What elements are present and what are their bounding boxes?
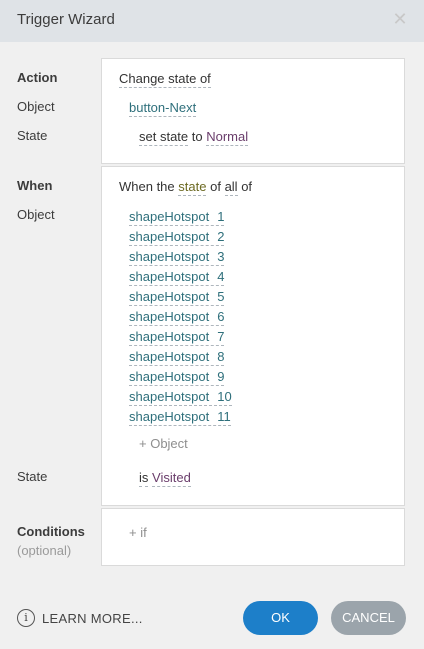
when-object-name: shapeHotspot bbox=[129, 369, 210, 384]
conditions-panel: + if bbox=[101, 508, 405, 566]
when-state-is-dropdown[interactable]: is bbox=[139, 470, 149, 487]
when-object-number: 10 bbox=[217, 389, 232, 404]
when-condition-text: When the state of all of bbox=[119, 179, 253, 196]
when-object-number: 2 bbox=[217, 229, 225, 244]
when-condition-suffix: of bbox=[241, 179, 253, 194]
action-state-to: to bbox=[191, 129, 203, 144]
when-object-number: 1 bbox=[217, 209, 225, 224]
when-condition-of: of bbox=[210, 179, 221, 194]
when-section-label: When bbox=[17, 178, 53, 193]
when-state-row: is Visited bbox=[139, 470, 191, 487]
action-panel: Change state of button-Next set state to… bbox=[101, 58, 405, 164]
when-object-item[interactable]: shapeHotspot 10 bbox=[129, 389, 232, 406]
when-object-number: 9 bbox=[217, 369, 225, 384]
conditions-optional-label: (optional) bbox=[17, 543, 72, 558]
cancel-button[interactable]: CANCEL bbox=[331, 601, 406, 635]
dialog-titlebar: Trigger Wizard ✕ bbox=[0, 0, 424, 42]
action-object-dropdown[interactable]: button-Next bbox=[129, 100, 197, 117]
action-verb-dropdown[interactable]: Change state of bbox=[119, 71, 211, 88]
when-object-number: 11 bbox=[217, 409, 231, 424]
ok-button[interactable]: OK bbox=[243, 601, 318, 635]
when-object-item[interactable]: shapeHotspot 7 bbox=[129, 329, 225, 346]
when-panel: When the state of all of shapeHotspot 1 sh… bbox=[101, 166, 405, 506]
close-icon[interactable]: ✕ bbox=[390, 8, 410, 30]
when-object-name: shapeHotspot bbox=[129, 329, 210, 344]
when-object-item[interactable]: shapeHotspot 2 bbox=[129, 229, 225, 246]
action-section-label: Action bbox=[17, 70, 58, 85]
when-object-name: shapeHotspot bbox=[129, 409, 210, 424]
when-object-number: 3 bbox=[217, 249, 225, 264]
learn-more-link[interactable]: LEARN MORE... bbox=[42, 611, 143, 626]
when-condition-prefix: When the bbox=[119, 179, 175, 194]
when-object-number: 7 bbox=[217, 329, 225, 344]
when-object-name: shapeHotspot bbox=[129, 209, 210, 224]
when-object-number: 5 bbox=[217, 289, 225, 304]
action-state-verb-dropdown[interactable]: set state bbox=[139, 129, 189, 146]
when-object-name: shapeHotspot bbox=[129, 349, 210, 364]
action-object-label: Object bbox=[17, 99, 55, 114]
when-object-item[interactable]: shapeHotspot 6 bbox=[129, 309, 225, 326]
when-object-item[interactable]: shapeHotspot 9 bbox=[129, 369, 225, 386]
when-object-name: shapeHotspot bbox=[129, 309, 210, 324]
when-object-number: 8 bbox=[217, 349, 225, 364]
when-object-number: 6 bbox=[217, 309, 225, 324]
when-object-label: Object bbox=[17, 207, 55, 222]
when-object-number: 4 bbox=[217, 269, 225, 284]
when-condition-state-dropdown[interactable]: state bbox=[178, 179, 207, 196]
when-object-item[interactable]: shapeHotspot 4 bbox=[129, 269, 225, 286]
dialog-title: Trigger Wizard bbox=[17, 11, 115, 28]
when-object-item[interactable]: shapeHotspot 5 bbox=[129, 289, 225, 306]
add-object-button[interactable]: + Object bbox=[139, 436, 188, 451]
when-state-label: State bbox=[17, 469, 48, 484]
action-state-row: set state to Normal bbox=[139, 129, 249, 146]
when-condition-all-dropdown[interactable]: all bbox=[224, 179, 238, 196]
when-object-name: shapeHotspot bbox=[129, 229, 210, 244]
when-object-item[interactable]: shapeHotspot 8 bbox=[129, 349, 225, 366]
when-object-name: shapeHotspot bbox=[129, 389, 210, 404]
when-object-name: shapeHotspot bbox=[129, 249, 210, 264]
conditions-section-label: Conditions bbox=[17, 524, 85, 539]
when-state-value-dropdown[interactable]: Visited bbox=[152, 470, 191, 487]
when-object-item[interactable]: shapeHotspot 11 bbox=[129, 409, 231, 426]
when-object-item[interactable]: shapeHotspot 3 bbox=[129, 249, 225, 266]
when-object-name: shapeHotspot bbox=[129, 289, 210, 304]
action-state-label: State bbox=[17, 128, 48, 143]
when-object-item[interactable]: shapeHotspot 1 bbox=[129, 209, 225, 226]
info-icon[interactable]: i bbox=[17, 609, 35, 627]
when-object-name: shapeHotspot bbox=[129, 269, 210, 284]
action-state-value-dropdown[interactable]: Normal bbox=[206, 129, 249, 146]
add-condition-button[interactable]: + if bbox=[129, 525, 147, 540]
